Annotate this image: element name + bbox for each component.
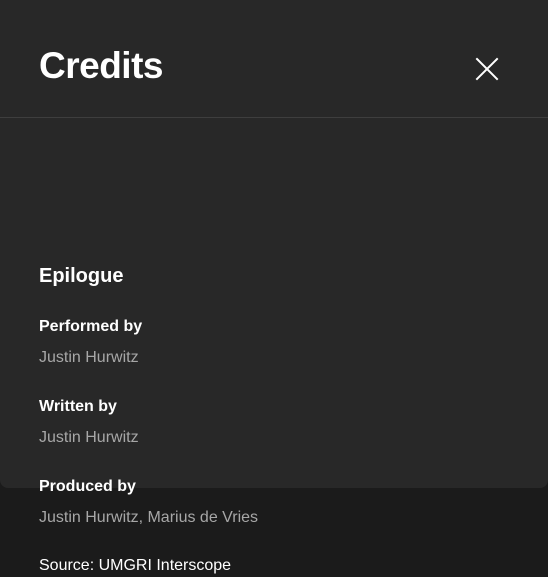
song-title: Epilogue [39, 265, 124, 287]
credit-role-performed: Performed by [39, 318, 143, 335]
credit-names-performed: Justin Hurwitz [39, 349, 139, 366]
credits-dialog: Credits Epilogue Performed by Justin Hur… [0, 0, 548, 574]
dialog-title: Credits [39, 45, 163, 86]
credit-role-written: Written by [39, 398, 117, 415]
source-label: Source: UMGRI Interscope [39, 557, 232, 574]
credit-names-produced: Justin Hurwitz, Marius de Vries [39, 509, 259, 526]
close-button[interactable] [470, 52, 504, 86]
credit-role-produced: Produced by [39, 478, 136, 495]
close-icon [475, 57, 499, 81]
credit-names-written: Justin Hurwitz [39, 429, 139, 446]
dialog-header: Credits [0, 0, 548, 118]
